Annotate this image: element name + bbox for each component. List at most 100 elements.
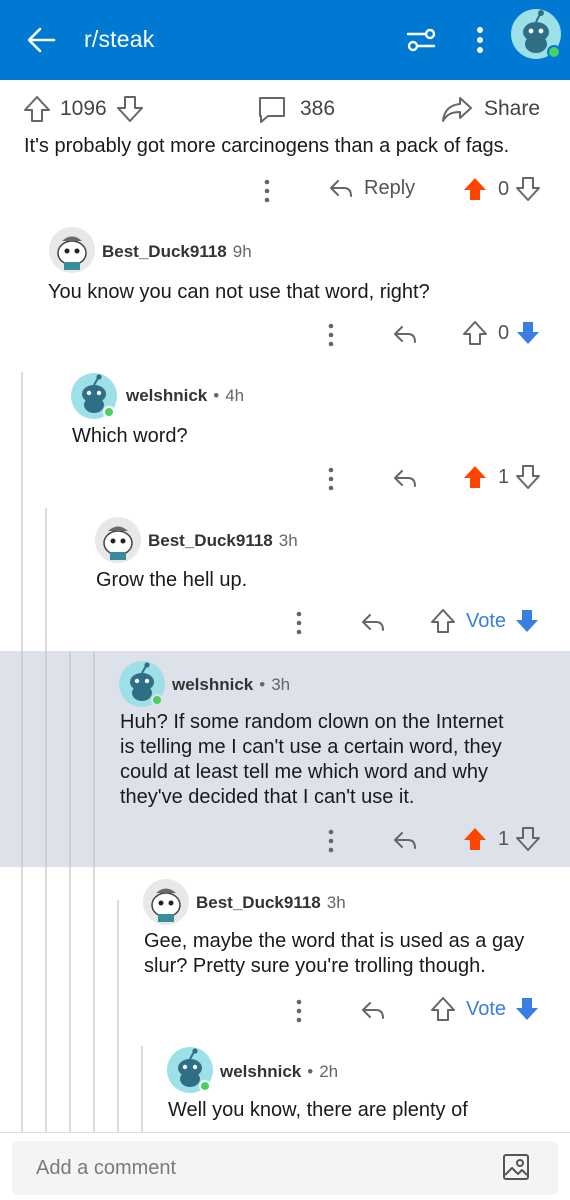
author-name[interactable]: Best_Duck9118 [196,893,321,913]
comment-body: Huh? If some random clown on the Interne… [120,710,504,810]
comment-vote-group: 0 [462,176,541,202]
user-avatar-icon[interactable] [94,516,142,564]
comment-time: • [213,386,220,405]
thread-line[interactable] [141,1046,143,1132]
upvote-icon[interactable] [462,464,488,490]
downvote-icon[interactable] [115,94,145,124]
user-avatar-icon[interactable] [166,1046,214,1094]
comment-line: Huh? If some random clown on the Interne… [120,711,504,733]
reply-icon[interactable] [392,322,418,346]
reply-icon[interactable] [392,828,418,852]
upvote-icon[interactable] [462,320,488,346]
comment-time: 2h [319,1062,339,1081]
comment-body: Grow the hell up. [96,569,248,591]
comment-actions: Vote [0,994,570,1028]
comment-actions: Reply 0 [0,174,570,208]
comment-line: slur? Pretty sure you're trolling though… [144,955,486,977]
comment-time: 3h [278,531,298,550]
post-action-bar: 1096 386 Share [0,88,570,130]
more-options-icon[interactable] [294,610,304,636]
user-avatar-icon[interactable] [142,878,190,926]
reply-label: Reply [364,176,416,199]
downvote-icon[interactable] [515,826,541,852]
comment-line: they've decided that I can't use it. [120,786,415,808]
more-options-icon[interactable] [326,466,336,492]
back-arrow-icon[interactable] [24,22,60,58]
comment-score: 0 [498,177,510,200]
comment-actions: 1 [0,824,570,858]
comment-body: You know you can not use that word, righ… [48,281,430,303]
author-name[interactable]: Best_Duck9118 [102,242,227,262]
more-options-icon[interactable] [294,998,304,1024]
comment-author: welshnick • 4h [126,386,244,406]
downvote-icon[interactable] [514,996,540,1022]
user-avatar-icon[interactable] [118,660,166,708]
reply-icon[interactable] [392,466,418,490]
subreddit-title[interactable]: r/steak [84,26,154,53]
upvote-icon[interactable] [430,608,456,634]
comment-actions: 0 [0,318,570,352]
comment-vote-group: Vote [430,996,540,1022]
comment-time: 4h [225,386,245,405]
more-options-icon[interactable] [326,828,336,854]
comment-score: 1 [498,827,510,850]
comment-time: • [307,1062,314,1081]
more-options-icon[interactable] [262,178,272,204]
share-label: Share [484,97,541,120]
comment-line: could at least tell me which word and wh… [120,761,488,783]
reply-button[interactable]: Reply [328,176,415,200]
comment-vote-group: 1 [462,464,541,490]
upvote-icon[interactable] [462,176,488,202]
comment-score: 1 [498,465,510,488]
downvote-icon[interactable] [515,176,541,202]
comment-line: Gee, maybe the word that is used as a ga… [144,930,525,952]
comment-actions: 1 [0,462,570,496]
comment-body: Gee, maybe the word that is used as a ga… [144,929,524,979]
comment-author: welshnick • 3h [172,675,290,695]
comment-body: Which word? [72,425,188,447]
author-name[interactable]: welshnick [172,675,253,695]
top-app-bar: r/steak [0,0,570,80]
more-vertical-icon[interactable] [468,22,492,58]
author-name[interactable]: welshnick [126,386,207,406]
comment-author: Best_Duck9118 9h [102,242,252,262]
user-avatar-icon[interactable] [48,226,96,274]
post-vote-group: 1096 [22,94,145,124]
comment-body: Well you know, there are plenty of [168,1099,468,1121]
comment-time: • [259,675,266,694]
comment-composer-bar: Add a comment [0,1132,570,1200]
upvote-icon[interactable] [22,94,52,124]
post-comments-button[interactable]: 386 [256,94,335,124]
comment-author: Best_Duck9118 3h [196,893,346,913]
sort-options-icon[interactable] [404,24,438,56]
upvote-icon[interactable] [430,996,456,1022]
author-name[interactable]: welshnick [220,1062,301,1082]
post-share-button[interactable]: Share [440,94,540,124]
reply-icon[interactable] [360,998,386,1022]
user-avatar-icon[interactable] [70,372,118,420]
downvote-icon[interactable] [515,320,541,346]
comment-actions: Vote [0,606,570,640]
comment-vote-group: Vote [430,608,540,634]
image-icon[interactable] [502,1153,530,1181]
comment-time: 3h [271,675,291,694]
comment-vote-group: 1 [462,826,541,852]
share-icon [442,97,472,122]
more-options-icon[interactable] [326,322,336,348]
comment-time: 9h [232,242,252,261]
comment-vote-group: 0 [462,320,541,346]
downvote-icon[interactable] [515,464,541,490]
author-name[interactable]: Best_Duck9118 [148,531,273,551]
downvote-icon[interactable] [514,608,540,634]
reply-icon [330,180,352,197]
reply-icon[interactable] [360,610,386,634]
upvote-icon[interactable] [462,826,488,852]
add-comment-placeholder: Add a comment [36,1157,177,1179]
comment-count: 386 [300,97,336,120]
vote-label: Vote [466,997,507,1020]
comment-line: is telling me I can't use a certain word… [120,736,502,758]
comment-score: 0 [498,321,510,344]
add-comment-input[interactable]: Add a comment [12,1141,558,1195]
snoo-avatar-icon[interactable] [510,8,562,60]
comment-author: Best_Duck9118 3h [148,531,298,551]
